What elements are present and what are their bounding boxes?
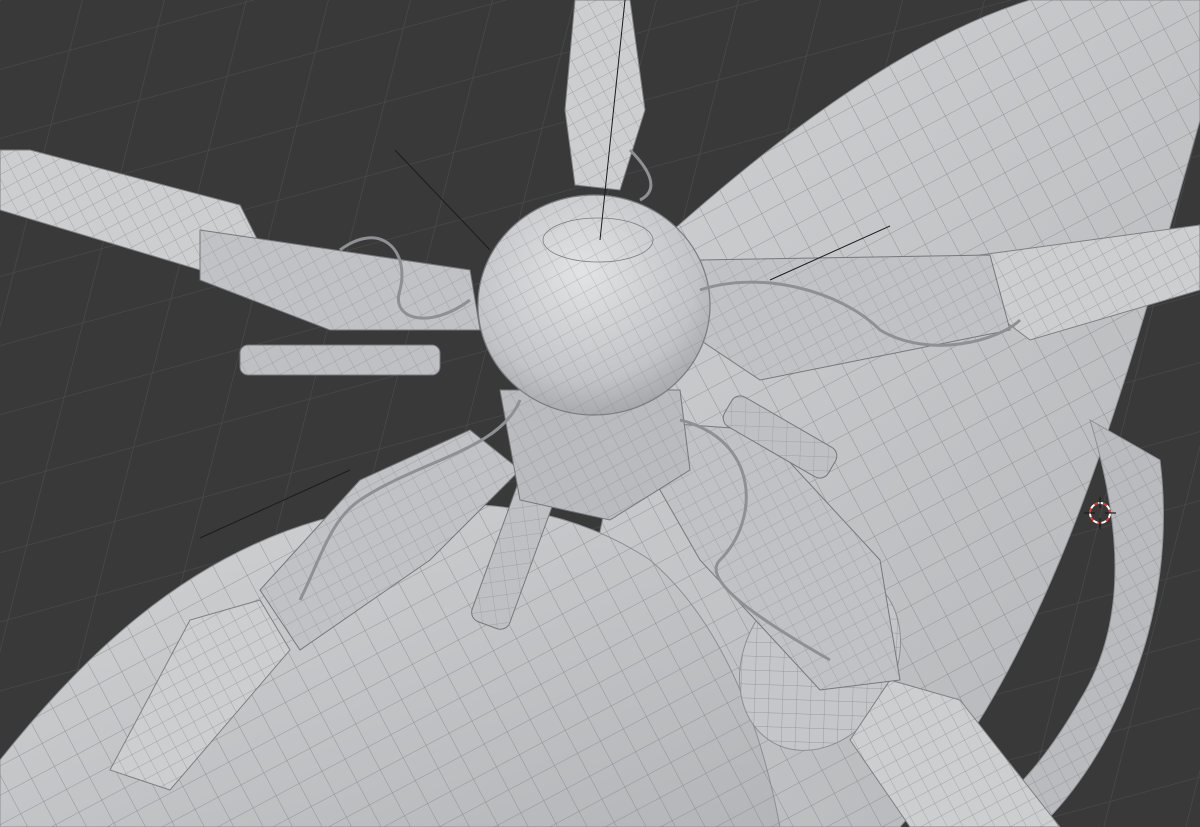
3d-viewport[interactable] bbox=[0, 0, 1200, 827]
rotor-hub-dome[interactable] bbox=[477, 194, 711, 416]
